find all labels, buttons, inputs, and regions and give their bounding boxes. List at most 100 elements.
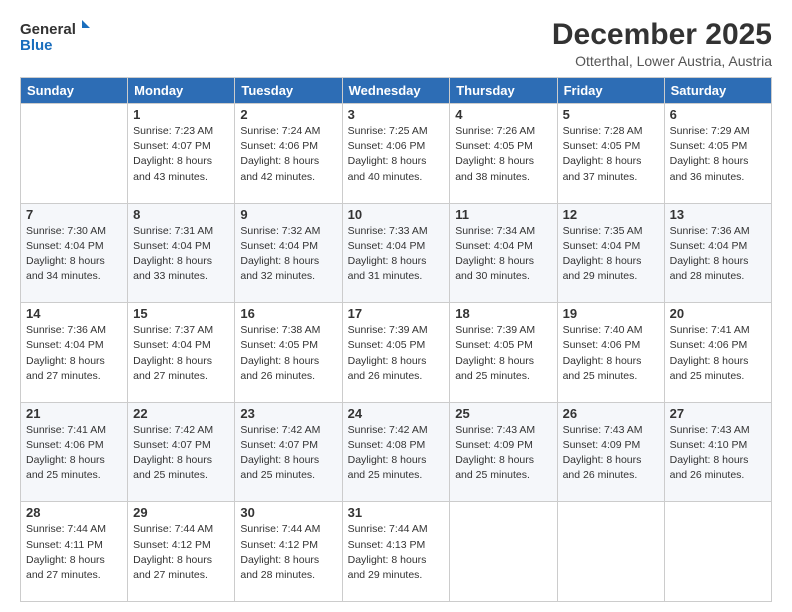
svg-text:General: General: [20, 21, 76, 38]
day-info: Sunrise: 7:28 AM Sunset: 4:05 PM Dayligh…: [563, 124, 659, 185]
day-info: Sunrise: 7:43 AM Sunset: 4:09 PM Dayligh…: [563, 423, 659, 484]
calendar-table: SundayMondayTuesdayWednesdayThursdayFrid…: [20, 77, 772, 602]
day-number: 11: [455, 207, 551, 222]
day-number: 15: [133, 306, 229, 321]
day-info: Sunrise: 7:43 AM Sunset: 4:09 PM Dayligh…: [455, 423, 551, 484]
calendar-cell: 16 Sunrise: 7:38 AM Sunset: 4:05 PM Dayli…: [235, 303, 342, 403]
day-info: Sunrise: 7:36 AM Sunset: 4:04 PM Dayligh…: [670, 224, 766, 285]
day-number: 19: [563, 306, 659, 321]
column-header-thursday: Thursday: [450, 78, 557, 104]
day-info: Sunrise: 7:44 AM Sunset: 4:13 PM Dayligh…: [348, 522, 445, 583]
calendar-cell: 30 Sunrise: 7:44 AM Sunset: 4:12 PM Dayli…: [235, 502, 342, 602]
calendar-cell: 17Sunrise: 7:39 AM Sunset: 4:05 PM Dayli…: [342, 303, 450, 403]
calendar-cell: 1Sunrise: 7:23 AM Sunset: 4:07 PM Daylig…: [128, 104, 235, 204]
day-number: 27: [670, 406, 766, 421]
day-number: 24: [348, 406, 445, 421]
day-number: 29: [133, 505, 229, 520]
calendar-cell: [450, 502, 557, 602]
day-number: 28: [26, 505, 122, 520]
calendar-week-3: 14Sunrise: 7:36 AM Sunset: 4:04 PM Dayli…: [21, 303, 772, 403]
calendar-cell: 31Sunrise: 7:44 AM Sunset: 4:13 PM Dayli…: [342, 502, 450, 602]
column-header-tuesday: Tuesday: [235, 78, 342, 104]
day-info: Sunrise: 7:42 AM Sunset: 4:08 PM Dayligh…: [348, 423, 445, 484]
calendar-cell: 15Sunrise: 7:37 AM Sunset: 4:04 PM Dayli…: [128, 303, 235, 403]
column-header-friday: Friday: [557, 78, 664, 104]
day-number: 7: [26, 207, 122, 222]
day-number: 30: [240, 505, 336, 520]
column-header-monday: Monday: [128, 78, 235, 104]
day-number: 5: [563, 107, 659, 122]
day-number: 20: [670, 306, 766, 321]
calendar-cell: 12Sunrise: 7:35 AM Sunset: 4:04 PM Dayli…: [557, 203, 664, 303]
title-block: December 2025 Otterthal, Lower Austria, …: [552, 18, 772, 69]
calendar-cell: 7 Sunrise: 7:30 AM Sunset: 4:04 PM Daylig…: [21, 203, 128, 303]
calendar-cell: [664, 502, 771, 602]
day-number: 9: [240, 207, 336, 222]
day-info: Sunrise: 7:24 AM Sunset: 4:06 PM Dayligh…: [240, 124, 336, 185]
day-info: Sunrise: 7:38 AM Sunset: 4:05 PM Dayligh…: [240, 323, 336, 384]
calendar-cell: 20 Sunrise: 7:41 AM Sunset: 4:06 PM Dayli…: [664, 303, 771, 403]
calendar-cell: 22 Sunrise: 7:42 AM Sunset: 4:07 PM Dayli…: [128, 402, 235, 502]
day-info: Sunrise: 7:44 AM Sunset: 4:12 PM Dayligh…: [133, 522, 229, 583]
day-number: 16: [240, 306, 336, 321]
day-info: Sunrise: 7:25 AM Sunset: 4:06 PM Dayligh…: [348, 124, 445, 185]
day-number: 4: [455, 107, 551, 122]
calendar-cell: 26 Sunrise: 7:43 AM Sunset: 4:09 PM Dayli…: [557, 402, 664, 502]
calendar-cell: 25 Sunrise: 7:43 AM Sunset: 4:09 PM Dayli…: [450, 402, 557, 502]
calendar-cell: [557, 502, 664, 602]
calendar-cell: 11 Sunrise: 7:34 AM Sunset: 4:04 PM Dayli…: [450, 203, 557, 303]
page: General Blue December 2025 Otterthal, Lo…: [0, 0, 792, 612]
calendar-cell: 18 Sunrise: 7:39 AM Sunset: 4:05 PM Dayli…: [450, 303, 557, 403]
header: General Blue December 2025 Otterthal, Lo…: [20, 18, 772, 69]
day-info: Sunrise: 7:42 AM Sunset: 4:07 PM Dayligh…: [240, 423, 336, 484]
day-info: Sunrise: 7:39 AM Sunset: 4:05 PM Dayligh…: [455, 323, 551, 384]
day-number: 8: [133, 207, 229, 222]
day-number: 26: [563, 406, 659, 421]
calendar-cell: 10 Sunrise: 7:33 AM Sunset: 4:04 PM Dayli…: [342, 203, 450, 303]
day-info: Sunrise: 7:42 AM Sunset: 4:07 PM Dayligh…: [133, 423, 229, 484]
calendar-cell: 21Sunrise: 7:41 AM Sunset: 4:06 PM Dayli…: [21, 402, 128, 502]
day-number: 10: [348, 207, 445, 222]
day-number: 22: [133, 406, 229, 421]
day-number: 25: [455, 406, 551, 421]
calendar-cell: [21, 104, 128, 204]
day-number: 6: [670, 107, 766, 122]
day-info: Sunrise: 7:43 AM Sunset: 4:10 PM Dayligh…: [670, 423, 766, 484]
day-info: Sunrise: 7:29 AM Sunset: 4:05 PM Dayligh…: [670, 124, 766, 185]
calendar-cell: 23Sunrise: 7:42 AM Sunset: 4:07 PM Dayli…: [235, 402, 342, 502]
column-header-wednesday: Wednesday: [342, 78, 450, 104]
calendar-cell: 8 Sunrise: 7:31 AM Sunset: 4:04 PM Daylig…: [128, 203, 235, 303]
column-header-saturday: Saturday: [664, 78, 771, 104]
calendar-header-row: SundayMondayTuesdayWednesdayThursdayFrid…: [21, 78, 772, 104]
day-info: Sunrise: 7:30 AM Sunset: 4:04 PM Dayligh…: [26, 224, 122, 285]
day-number: 2: [240, 107, 336, 122]
day-number: 18: [455, 306, 551, 321]
calendar-body: 1Sunrise: 7:23 AM Sunset: 4:07 PM Daylig…: [21, 104, 772, 602]
calendar-cell: 9 Sunrise: 7:32 AM Sunset: 4:04 PM Daylig…: [235, 203, 342, 303]
calendar-week-4: 21Sunrise: 7:41 AM Sunset: 4:06 PM Dayli…: [21, 402, 772, 502]
day-info: Sunrise: 7:26 AM Sunset: 4:05 PM Dayligh…: [455, 124, 551, 185]
calendar-cell: 24 Sunrise: 7:42 AM Sunset: 4:08 PM Dayli…: [342, 402, 450, 502]
logo-svg: General Blue: [20, 18, 90, 54]
day-number: 3: [348, 107, 445, 122]
day-info: Sunrise: 7:31 AM Sunset: 4:04 PM Dayligh…: [133, 224, 229, 285]
svg-text:Blue: Blue: [20, 37, 53, 54]
logo: General Blue: [20, 18, 90, 54]
day-info: Sunrise: 7:35 AM Sunset: 4:04 PM Dayligh…: [563, 224, 659, 285]
month-title: December 2025: [552, 18, 772, 51]
day-info: Sunrise: 7:32 AM Sunset: 4:04 PM Dayligh…: [240, 224, 336, 285]
day-info: Sunrise: 7:41 AM Sunset: 4:06 PM Dayligh…: [670, 323, 766, 384]
day-number: 14: [26, 306, 122, 321]
day-info: Sunrise: 7:34 AM Sunset: 4:04 PM Dayligh…: [455, 224, 551, 285]
day-info: Sunrise: 7:23 AM Sunset: 4:07 PM Dayligh…: [133, 124, 229, 185]
day-info: Sunrise: 7:33 AM Sunset: 4:04 PM Dayligh…: [348, 224, 445, 285]
day-info: Sunrise: 7:44 AM Sunset: 4:12 PM Dayligh…: [240, 522, 336, 583]
calendar-week-1: 1Sunrise: 7:23 AM Sunset: 4:07 PM Daylig…: [21, 104, 772, 204]
day-number: 21: [26, 406, 122, 421]
calendar-cell: 5 Sunrise: 7:28 AM Sunset: 4:05 PM Daylig…: [557, 104, 664, 204]
day-info: Sunrise: 7:44 AM Sunset: 4:11 PM Dayligh…: [26, 522, 122, 583]
calendar-cell: 27 Sunrise: 7:43 AM Sunset: 4:10 PM Dayli…: [664, 402, 771, 502]
calendar-cell: 19Sunrise: 7:40 AM Sunset: 4:06 PM Dayli…: [557, 303, 664, 403]
calendar-cell: 4 Sunrise: 7:26 AM Sunset: 4:05 PM Daylig…: [450, 104, 557, 204]
day-number: 17: [348, 306, 445, 321]
